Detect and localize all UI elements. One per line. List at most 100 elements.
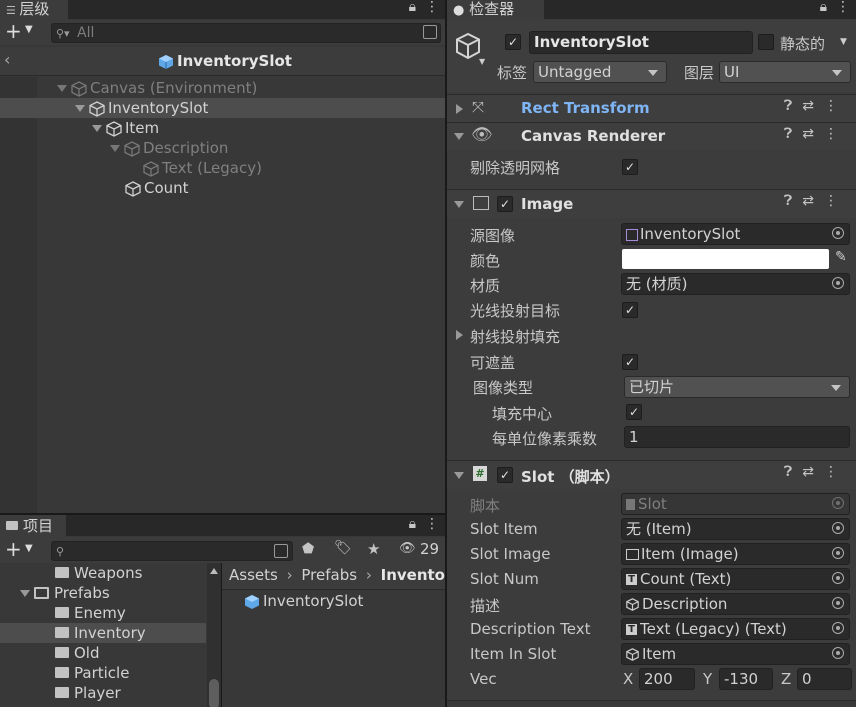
vec-z-input[interactable]: 0 xyxy=(797,668,852,690)
icon-dropdown-icon[interactable]: ▼ xyxy=(479,57,485,66)
item-in-slot-field[interactable]: Item xyxy=(621,643,850,665)
description-text-field[interactable]: T Text (Legacy) (Text) xyxy=(621,618,850,640)
vec-x-label[interactable]: X xyxy=(623,670,633,688)
lock-icon[interactable]: 🔒︎ xyxy=(820,0,827,15)
tab-project[interactable]: 项目 xyxy=(0,515,66,537)
tab-hierarchy[interactable]: ☰ 层级 xyxy=(0,0,68,20)
search-options-icon[interactable] xyxy=(423,25,437,39)
slot-enabled-checkbox[interactable]: ✓ xyxy=(497,467,513,483)
object-picker-icon[interactable] xyxy=(832,277,844,289)
eyedropper-icon[interactable]: ✎ xyxy=(835,249,847,265)
active-checkbox[interactable]: ✓ xyxy=(505,34,521,50)
component-header-icons[interactable]: ❓︎⇄⋮ xyxy=(784,193,848,209)
expand-icon[interactable] xyxy=(92,125,102,132)
expand-icon[interactable] xyxy=(454,201,464,208)
object-picker-icon[interactable] xyxy=(832,547,844,559)
vec-z-label[interactable]: Z xyxy=(781,670,791,688)
tree-row-item[interactable]: Item xyxy=(0,118,445,138)
scroll-up-icon[interactable] xyxy=(210,568,218,574)
expand-icon[interactable] xyxy=(57,85,67,92)
add-icon[interactable]: + xyxy=(5,19,22,43)
component-header-icons[interactable]: ❓︎⇄⋮ xyxy=(784,98,848,114)
tab-inspector[interactable]: ● 检查器 xyxy=(447,0,544,20)
maskable-checkbox[interactable]: ✓ xyxy=(622,354,638,370)
object-picker-icon[interactable] xyxy=(832,227,844,239)
folder-row-old[interactable]: Old xyxy=(0,643,206,663)
slot-num-field[interactable]: T Count (Text) xyxy=(621,568,850,590)
object-picker-icon[interactable] xyxy=(832,647,844,659)
back-icon[interactable]: ‹ xyxy=(4,50,10,69)
object-picker-icon[interactable] xyxy=(832,597,844,609)
tree-row-inventoryslot[interactable]: InventorySlot xyxy=(0,98,445,118)
slot-image-field[interactable]: Item (Image) xyxy=(621,543,850,565)
search-input[interactable]: ⚲▾ All xyxy=(51,23,441,43)
tree-row-description[interactable]: Description xyxy=(0,138,445,158)
vec-y-input[interactable]: -130 xyxy=(719,668,773,690)
static-checkbox[interactable] xyxy=(758,34,774,50)
image-enabled-checkbox[interactable]: ✓ xyxy=(497,196,513,212)
expand-icon[interactable] xyxy=(110,145,120,152)
panel-split-horizontal[interactable] xyxy=(0,513,446,515)
folder-row-player[interactable]: Player xyxy=(0,683,206,703)
component-header-icons[interactable]: ❓︎⇄⋮ xyxy=(784,464,848,480)
material-field[interactable]: 无 (材质) xyxy=(621,273,850,295)
more-icon[interactable]: ⋮ xyxy=(836,0,850,15)
filter-label-icon[interactable]: 🏷︎ xyxy=(334,540,352,556)
color-swatch[interactable] xyxy=(622,249,829,269)
layer-dropdown[interactable]: UI xyxy=(719,61,851,83)
more-icon[interactable]: ⋮ xyxy=(425,0,439,15)
vec-x-input[interactable]: 200 xyxy=(639,668,695,690)
add-icon[interactable]: + xyxy=(5,537,22,561)
breadcrumb-item[interactable]: Assets xyxy=(229,566,278,584)
component-header-slot[interactable]: # ✓ Slot （脚本） ❓︎⇄⋮ xyxy=(447,460,856,489)
filter-type-icon[interactable]: ⬟ xyxy=(302,541,314,557)
source-image-field[interactable]: InventorySlot xyxy=(621,223,850,245)
component-header-rect-transform[interactable]: ⤧ Rect Transform ❓︎⇄⋮ xyxy=(447,94,856,122)
raycast-padding-label[interactable]: 射线投射填充 xyxy=(470,326,560,347)
component-header-image[interactable]: ✓ Image ❓︎⇄⋮ xyxy=(447,189,856,218)
vec-y-label[interactable]: Y xyxy=(703,670,712,688)
expand-icon[interactable] xyxy=(454,472,464,479)
component-header-canvas-renderer[interactable]: 👁︎ Canvas Renderer ❓︎⇄⋮ xyxy=(447,122,856,150)
object-picker-icon[interactable] xyxy=(832,622,844,634)
folder-scrollbar[interactable] xyxy=(207,563,221,707)
breadcrumb-item[interactable]: Inventor xyxy=(381,566,445,584)
scrollbar-thumb[interactable] xyxy=(209,679,219,707)
tree-row-canvas[interactable]: Canvas (Environment) xyxy=(0,78,445,98)
chevron-down-icon[interactable]: ▼ xyxy=(25,543,33,554)
expand-icon[interactable] xyxy=(75,105,85,112)
chevron-down-icon[interactable]: ▼ xyxy=(25,24,33,35)
tree-row-text-legacy[interactable]: Text (Legacy) xyxy=(0,158,445,178)
breadcrumb-item[interactable]: Prefabs xyxy=(301,566,357,584)
lock-icon[interactable]: 🔒︎ xyxy=(409,0,416,15)
folder-row-prefabs[interactable]: Prefabs xyxy=(0,583,206,603)
raycast-target-checkbox[interactable]: ✓ xyxy=(622,302,638,318)
asset-row-inventoryslot[interactable]: InventorySlot xyxy=(222,591,445,611)
project-search-input[interactable]: ⚲ xyxy=(51,541,293,561)
component-header-icons[interactable]: ❓︎⇄⋮ xyxy=(784,126,848,142)
description-field[interactable]: Description xyxy=(621,593,850,615)
hidden-eye-icon[interactable]: 👁︎ xyxy=(399,541,416,556)
object-picker-icon[interactable] xyxy=(832,572,844,584)
expand-icon[interactable] xyxy=(20,590,30,597)
fill-center-checkbox[interactable]: ✓ xyxy=(626,404,642,420)
collapse-icon[interactable] xyxy=(456,330,463,340)
pixels-per-unit-input[interactable]: 1 xyxy=(624,426,850,448)
slot-item-field[interactable]: 无 (Item) xyxy=(621,518,850,540)
object-picker-icon[interactable] xyxy=(832,522,844,534)
lock-icon[interactable]: 🔒︎ xyxy=(409,516,416,532)
cull-transparent-checkbox[interactable]: ✓ xyxy=(622,159,638,175)
folder-row-particle[interactable]: Particle xyxy=(0,663,206,683)
image-type-dropdown[interactable]: 已切片 xyxy=(624,376,850,398)
expand-icon[interactable] xyxy=(454,133,464,140)
tag-dropdown[interactable]: Untagged xyxy=(533,61,667,83)
folder-row-enemy[interactable]: Enemy xyxy=(0,603,206,623)
more-icon[interactable]: ⋮ xyxy=(425,516,439,532)
collapse-icon[interactable] xyxy=(456,104,463,114)
object-name-input[interactable]: InventorySlot xyxy=(529,31,753,54)
static-dropdown-icon[interactable]: ▼ xyxy=(840,37,847,47)
search-options-icon[interactable] xyxy=(274,544,288,558)
tree-row-count[interactable]: Count xyxy=(0,178,445,198)
folder-row-weapons[interactable]: Weapons xyxy=(0,563,206,583)
folder-row-inventory[interactable]: Inventory xyxy=(0,623,206,643)
